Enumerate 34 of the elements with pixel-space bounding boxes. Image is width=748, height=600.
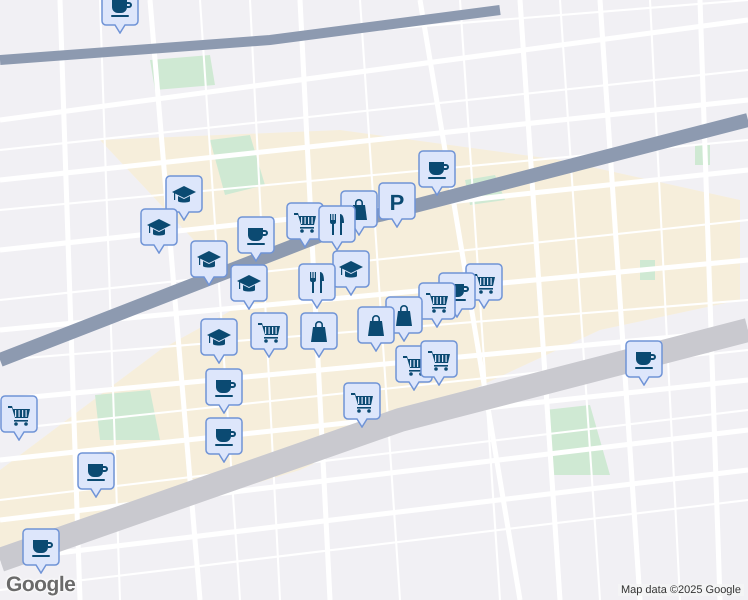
coffee-cup-icon [428,162,449,179]
map-pin[interactable] [22,528,60,574]
shopping-bag-icon [311,321,327,342]
coffee-cup-icon [215,429,236,446]
coffee-cup-icon [87,464,108,481]
map-attribution: Map data ©2025 Google [618,584,744,596]
map-pin[interactable] [625,340,663,386]
map-background[interactable]: P Google Map data ©2025 Google [0,0,748,600]
shopping-bag-icon [396,305,412,326]
graduation-cap-icon [207,329,231,346]
parking-label: P [390,190,404,215]
map-pin[interactable] [140,208,178,254]
coffee-cup-icon [247,228,268,245]
graduation-cap-icon [339,261,363,278]
shopping-cart-icon [8,406,30,426]
shopping-cart-icon [351,393,373,413]
shopping-cart-icon [258,323,280,343]
coffee-cup-icon [32,540,53,557]
shopping-cart-icon [428,351,450,371]
map-pin[interactable] [101,0,139,34]
shopping-cart-icon [426,293,448,313]
graduation-cap-icon [147,219,171,236]
graduation-cap-icon [197,251,221,268]
shopping-bag-icon [368,315,384,336]
coffee-cup-icon [215,380,236,397]
google-logo: Google [6,573,76,597]
shopping-cart-icon [294,213,316,233]
fork-knife-icon [310,272,324,293]
graduation-cap-icon [172,186,196,202]
graduation-cap-icon [237,275,261,292]
map-pin[interactable] [0,395,38,441]
coffee-cup-icon [111,0,132,17]
fork-knife-icon [330,214,344,235]
coffee-cup-icon [635,352,656,369]
